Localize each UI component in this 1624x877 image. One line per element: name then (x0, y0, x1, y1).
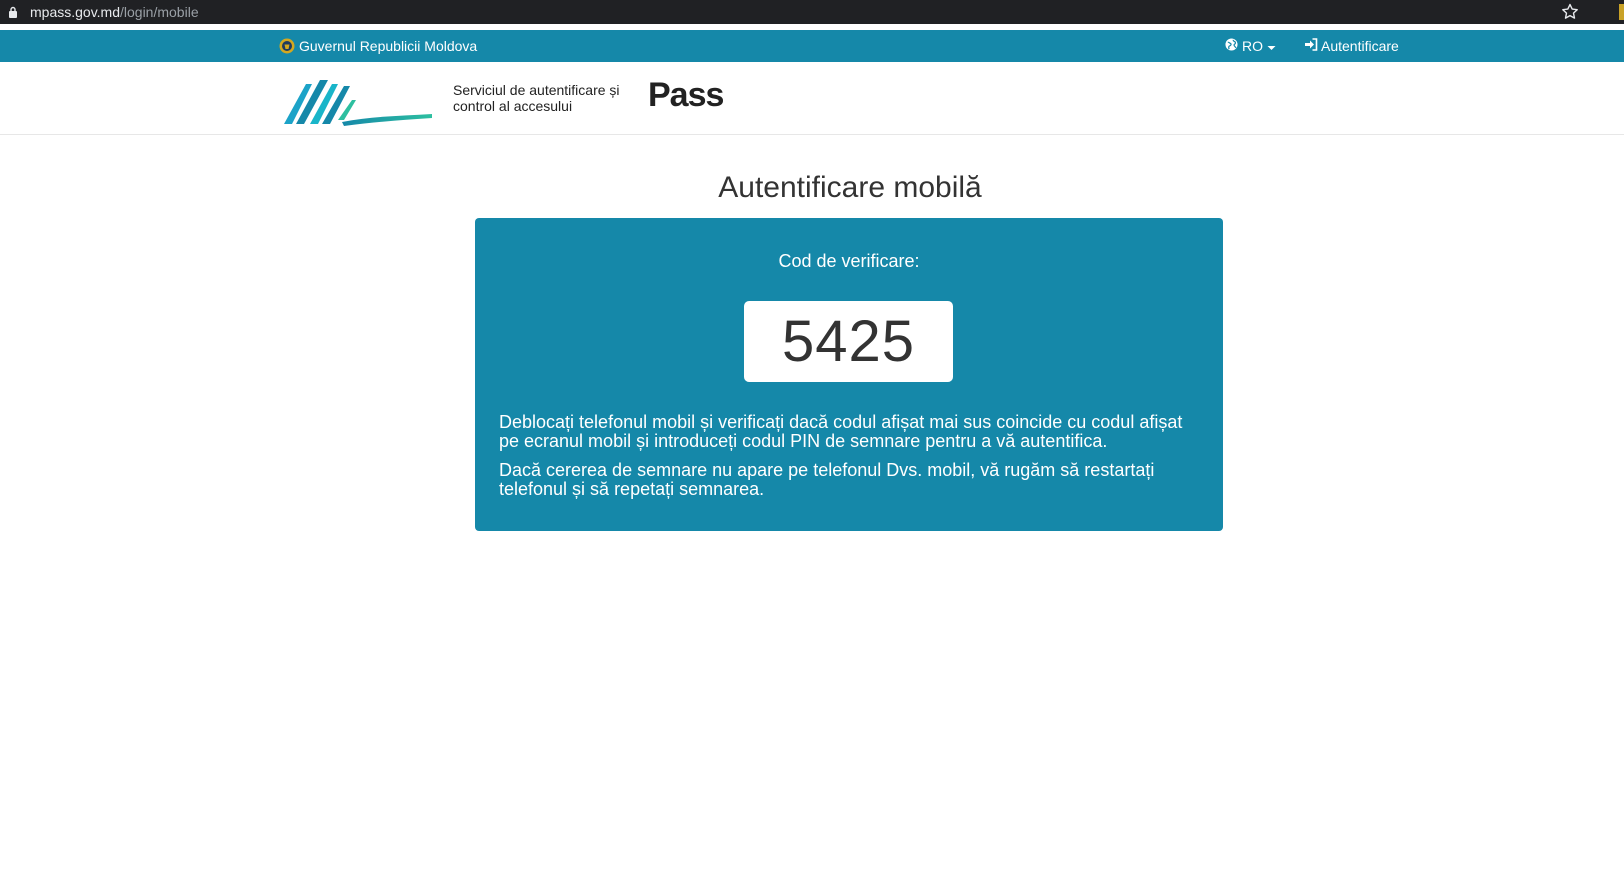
browser-address-bar: mpass.gov.md/login/mobile (0, 0, 1624, 24)
login-label: Autentificare (1321, 38, 1399, 54)
login-link[interactable]: Autentificare (1304, 30, 1399, 62)
tagline-line-1: Serviciul de autentificare și (453, 82, 620, 98)
government-link[interactable]: Guvernul Republicii Moldova (279, 30, 477, 62)
url-host: mpass.gov.md (30, 4, 120, 20)
site-header: Pass Serviciul de autentificare și contr… (0, 62, 1624, 135)
bookmark-star-icon[interactable] (1560, 2, 1580, 22)
restart-instructions: Dacă cererea de semnare nu apare pe tele… (499, 460, 1155, 499)
lock-icon (8, 6, 30, 18)
verification-code-label: Cod de verificare: (778, 251, 920, 271)
extension-icon[interactable] (1619, 4, 1624, 20)
sign-in-icon (1304, 38, 1318, 54)
verification-panel: Cod de verificare: 5425 Deblocați telefo… (475, 218, 1223, 531)
government-bar: Guvernul Republicii Moldova RO Autentifi… (0, 30, 1624, 62)
globe-icon (1225, 38, 1238, 54)
tagline-line-2: control al accesului (453, 98, 573, 114)
caret-down-icon (1267, 38, 1276, 54)
url-path: /login/mobile (120, 4, 199, 20)
service-tagline: Serviciul de autentificare și control al… (453, 82, 643, 114)
government-label: Guvernul Republicii Moldova (299, 38, 478, 54)
page-title: Autentificare mobilă (718, 171, 982, 204)
language-label: RO (1242, 38, 1263, 54)
unlock-instructions: Deblocați telefonul mobil și verificați … (499, 412, 1183, 451)
logo-text: Pass (648, 76, 724, 114)
verification-code: 5425 (744, 301, 953, 382)
language-dropdown[interactable]: RO (1225, 30, 1276, 62)
coat-of-arms-icon (279, 38, 295, 54)
address-url[interactable]: mpass.gov.md/login/mobile (30, 4, 199, 20)
mpass-logo[interactable]: Pass (282, 70, 724, 128)
